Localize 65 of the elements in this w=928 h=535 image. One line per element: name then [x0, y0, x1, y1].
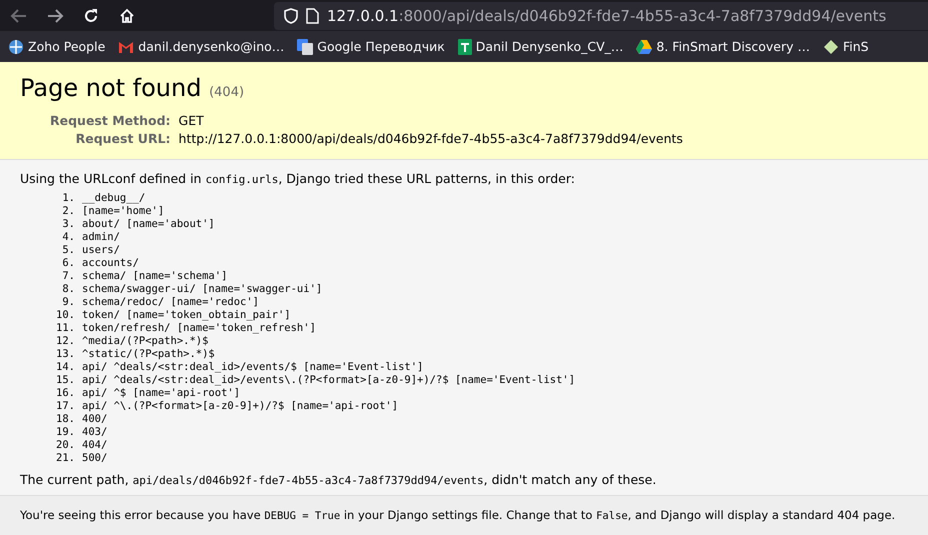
current-path-text: The current path, api/deals/d046b92f-fde7-4b55-a3c4-7a8f7379dd94/events, didn't match any of these.: [20, 472, 658, 487]
meta-label: Request Method:: [49, 112, 172, 130]
url-pattern: ^static/(?P<path>.*)$: [82, 348, 215, 361]
url-pattern: schema/ [name='schema']: [82, 270, 228, 283]
meta-label: Request URL:: [74, 130, 172, 148]
list-number: 2.: [61, 205, 76, 218]
url-pattern: __debug__/: [82, 192, 146, 205]
url-pattern: 400/: [82, 413, 108, 426]
diamond-icon: [822, 38, 839, 54]
list-number: 4.: [61, 231, 76, 244]
page-icon: [306, 8, 319, 24]
list-number: 13.: [55, 348, 76, 361]
url-pattern: ^media/(?P<path>.*)$: [82, 335, 208, 348]
list-number: 12.: [55, 335, 76, 348]
list-number: 21.: [55, 452, 76, 465]
list-number: 18.: [55, 413, 76, 426]
bookmark-item[interactable]: 8. FinSmart Discovery …: [636, 39, 810, 54]
url-pattern: schema/redoc/ [name='redoc']: [82, 296, 260, 309]
page-title: Page not found (404): [20, 74, 246, 102]
list-number: 14.: [55, 361, 76, 374]
list-number: 9.: [61, 296, 76, 309]
list-number: 10.: [55, 309, 76, 322]
list-number: 20.: [55, 439, 76, 452]
url-text: 127.0.0.1:8000/api/deals/d046b92f-fde7-4b55-a3c4-7a8f7379dd94/events: [327, 6, 886, 24]
url-pattern: schema/swagger-ui/ [name='swagger-ui']: [82, 283, 322, 296]
url-pattern: admin/: [82, 231, 120, 244]
bookmark-item[interactable]: danil.denysenko@ino…: [118, 39, 284, 54]
list-number: 3.: [61, 218, 76, 231]
spreadsheet-icon: [458, 38, 472, 54]
bookmark-item[interactable]: Danil Denysenko_CV_…: [458, 38, 624, 54]
list-number: 17.: [55, 400, 76, 413]
list-number: 11.: [55, 322, 76, 335]
bookmark-item[interactable]: Zoho People: [8, 38, 106, 54]
url-pattern: api/ ^$ [name='api-root']: [82, 387, 240, 400]
url-pattern: api/ ^deals/<str:deal_id>/events\.(?P<format>[a-z0-9]+)/?$ [name='Event-list']: [82, 374, 576, 387]
url-pattern: accounts/: [82, 257, 139, 270]
list-number: 5.: [61, 244, 76, 257]
address-bar[interactable]: 127.0.0.1:8000/api/deals/d046b92f-fde7-4b55-a3c4-7a8f7379dd94/events: [274, 2, 928, 30]
url-pattern: 403/: [82, 426, 108, 439]
meta-value: http://127.0.0.1:8000/api/deals/d046b92f-fde7-4b55-a3c4-7a8f7379dd94/events: [178, 130, 683, 148]
list-number: 1.: [61, 192, 76, 205]
url-pattern: about/ [name='about']: [82, 218, 215, 231]
list-number: 8.: [61, 283, 76, 296]
url-pattern: users/: [82, 244, 120, 257]
globe-icon: [8, 38, 24, 54]
list-number: 6.: [61, 257, 76, 270]
url-pattern: token/refresh/ [name='token_refresh']: [82, 322, 316, 335]
mail-icon: [118, 40, 134, 54]
url-pattern: api/ ^\.(?P<format>[a-z0-9]+)/?$ [name='api-root']: [82, 400, 398, 413]
url-pattern: 500/: [82, 452, 108, 465]
triangle-icon: [636, 40, 652, 54]
url-pattern: [name='home']: [82, 205, 164, 218]
list-number: 15.: [55, 374, 76, 387]
url-pattern: api/ ^deals/<str:deal_id>/events/$ [name='Event-list']: [82, 361, 424, 374]
list-number: 16.: [55, 387, 76, 400]
url-pattern: 404/: [82, 439, 108, 452]
list-number: 7.: [61, 270, 76, 283]
bookmark-item[interactable]: Google Переводчик: [297, 38, 445, 54]
meta-value: GET: [178, 112, 205, 130]
bookmark-item[interactable]: FinS: [822, 38, 869, 54]
list-number: 19.: [55, 426, 76, 439]
shield-icon: [284, 8, 298, 24]
debug-notice: You're seeing this error because you have DEBUG = True in your Django settings file. Change that to False, and Django will display a standard 404 page.: [20, 508, 896, 524]
intro-text: Using the URLconf defined in config.urls, Django tried these URL patterns, in this order:: [20, 171, 576, 186]
url-pattern: token/ [name='token_obtain_pair']: [82, 309, 291, 322]
